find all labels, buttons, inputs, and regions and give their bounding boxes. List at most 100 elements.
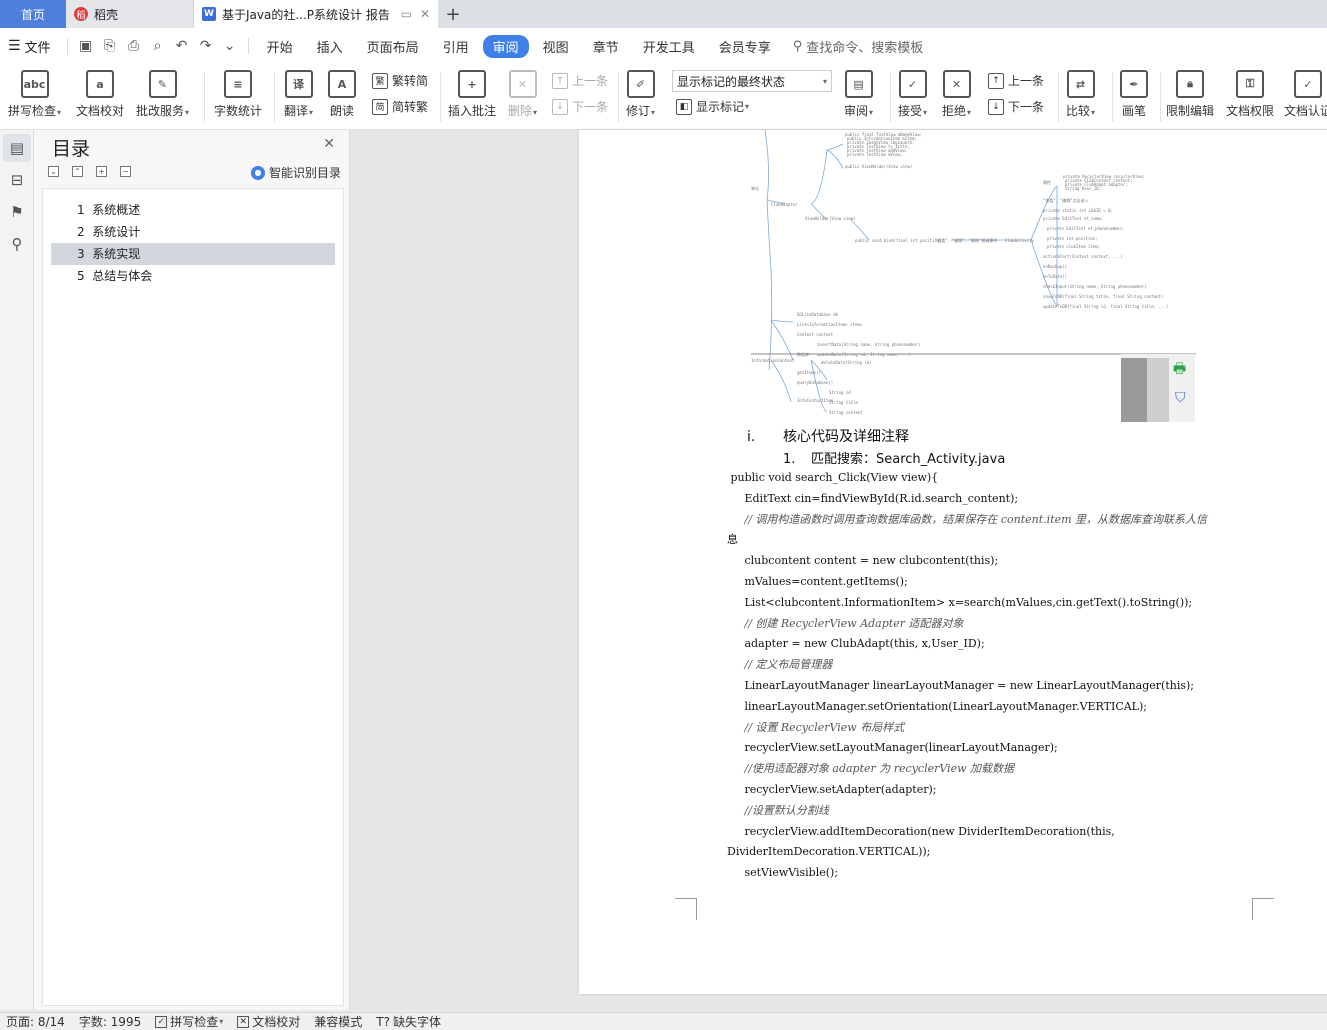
file-menu[interactable]: ☰ 文件 bbox=[8, 37, 51, 56]
expand-up-icon[interactable]: ⌃ bbox=[72, 166, 83, 177]
accept-label: 接受 bbox=[898, 104, 923, 118]
save-icon[interactable]: ▣ bbox=[74, 38, 98, 54]
to-simplified-label: 简转繁 bbox=[392, 100, 429, 114]
export-pdf-icon[interactable]: ⎘ bbox=[98, 38, 122, 54]
menu-section[interactable]: 章节 bbox=[581, 35, 631, 58]
toc-title: 目录 bbox=[52, 138, 91, 160]
spell-check-status[interactable]: ✓ 拼写检查 ▾ bbox=[155, 1013, 223, 1030]
doc-proof-status[interactable]: ✕ 文档校对 bbox=[237, 1013, 300, 1030]
doc-cert-button[interactable]: ✓ 文档认证 bbox=[1284, 70, 1327, 119]
pin-icon[interactable]: ▭ bbox=[401, 7, 412, 21]
spell-check-button[interactable]: abc 拼写检查▾ bbox=[8, 70, 61, 119]
menu-view[interactable]: 视图 bbox=[531, 35, 581, 58]
section-nav-icon[interactable]: ⊟ bbox=[3, 166, 31, 194]
delete-comment-button[interactable]: ✕ 删除▾ bbox=[508, 70, 537, 119]
doc-permission-button[interactable]: ⚿ 文档权限 bbox=[1226, 70, 1274, 119]
close-tab-icon[interactable]: ✕ bbox=[420, 7, 430, 21]
svg-text:private EditText et_name;: private EditText et_name; bbox=[1043, 216, 1103, 221]
restrict-edit-button[interactable]: 🔒︎ 限制编辑 bbox=[1166, 70, 1214, 119]
print-preview-icon[interactable]: ⌕ bbox=[146, 38, 170, 54]
word-count-button[interactable]: ≡ 字数统计 bbox=[214, 70, 262, 119]
toc-item[interactable]: 2 系统设计 bbox=[51, 221, 335, 243]
menu-member[interactable]: 会员专享 bbox=[707, 35, 783, 58]
markup-state-select[interactable]: 显示标记的最终状态 ▾ bbox=[672, 70, 832, 92]
prev-change-label: 上一条 bbox=[1008, 74, 1045, 88]
svg-text:SQLiteDatabase db: SQLiteDatabase db bbox=[797, 312, 839, 317]
next-comment-button[interactable]: ↓ 下一条 bbox=[552, 98, 608, 115]
toc-item-selected[interactable]: 3 系统实现 bbox=[51, 243, 335, 265]
print-icon[interactable]: ⎙ bbox=[122, 38, 146, 54]
translate-button[interactable]: 译 翻译▾ bbox=[284, 70, 313, 119]
ribbon-divider bbox=[204, 72, 205, 122]
reject-button[interactable]: ✕ 拒绝▾ bbox=[942, 70, 971, 119]
command-search-placeholder: 查找命令、搜索模板 bbox=[806, 40, 924, 56]
tab-daoke[interactable]: 稻 稻壳 bbox=[66, 0, 194, 28]
to-traditional-label: 繁转简 bbox=[392, 74, 429, 88]
next-change-button[interactable]: ↓ 下一条 bbox=[988, 98, 1044, 115]
svg-text:getItems(): getItems() bbox=[797, 370, 821, 375]
menu-insert[interactable]: 插入 bbox=[305, 35, 355, 58]
prev-comment-label: 上一条 bbox=[572, 74, 609, 88]
track-changes-button[interactable]: ✐ 修订▾ bbox=[626, 70, 655, 119]
word-count-indicator[interactable]: 字数: 1995 bbox=[79, 1013, 141, 1030]
insert-comment-button[interactable]: + 插入批注 bbox=[448, 70, 496, 119]
toc-item[interactable]: 5 总结与体会 bbox=[51, 265, 335, 287]
to-traditional-button[interactable]: 繁 繁转简 bbox=[372, 72, 428, 89]
document-page[interactable]: public final TextView mNameView; public … bbox=[579, 130, 1327, 994]
writer-doc-icon: W bbox=[202, 7, 216, 21]
find-icon[interactable]: ⚲ bbox=[3, 230, 31, 258]
menu-dev-tools[interactable]: 开发工具 bbox=[631, 35, 707, 58]
command-search[interactable]: ⚲ 查找命令、搜索模板 bbox=[793, 37, 924, 56]
smart-toc-button[interactable]: ● 智能识别目录 bbox=[250, 164, 341, 181]
undo-icon[interactable]: ↶ bbox=[170, 38, 194, 54]
next-change-label: 下一条 bbox=[1008, 100, 1045, 114]
tab-document[interactable]: W 基于Java的社...P系统设计 报告 ▭ ✕ bbox=[194, 0, 438, 28]
doc-proof-button[interactable]: a 文档校对 bbox=[76, 70, 124, 119]
to-simplified-button[interactable]: 简 简转繁 bbox=[372, 98, 428, 115]
print-icon: 🖶︎ bbox=[1173, 361, 1187, 377]
document-workspace[interactable]: public final TextView mNameView; public … bbox=[350, 130, 1327, 1010]
prev-comment-button[interactable]: ↑ 上一条 bbox=[552, 72, 608, 89]
divider bbox=[247, 38, 249, 54]
bookmark-icon[interactable]: ⚑ bbox=[3, 198, 31, 226]
add-level-icon[interactable]: + bbox=[96, 166, 107, 177]
proof-icon: ✕ bbox=[237, 1015, 250, 1028]
toc-item[interactable]: 1 系统概述 bbox=[51, 199, 335, 221]
svg-text:updateToDB(final String id, fi: updateToDB(final String id, final String… bbox=[1043, 304, 1168, 309]
toc-pane-icon[interactable]: ▤ bbox=[3, 134, 31, 162]
simplified-icon: 简 bbox=[372, 98, 388, 115]
nav-icon-strip: ▤ ⊟ ⚑ ⚲ bbox=[0, 130, 34, 1010]
tab-home[interactable]: 首页 bbox=[0, 0, 66, 28]
missing-font-icon: T? bbox=[376, 1014, 390, 1029]
batch-service-button[interactable]: ✎ 批改服务▾ bbox=[136, 70, 189, 119]
menu-review[interactable]: 审阅 bbox=[482, 34, 529, 58]
page-indicator[interactable]: 页面: 8/14 bbox=[6, 1013, 65, 1030]
new-tab-button[interactable]: + bbox=[438, 0, 468, 28]
code-line: public void search_Click(View view){ bbox=[727, 471, 939, 484]
compare-button[interactable]: ⇄ 比较▾ bbox=[1066, 70, 1095, 119]
review-pane-button[interactable]: ▤ 审阅▾ bbox=[844, 70, 873, 119]
next-change-icon: ↓ bbox=[988, 98, 1004, 115]
ink-button[interactable]: ✒ 画笔 bbox=[1120, 70, 1148, 119]
accept-button[interactable]: ✓ 接受▾ bbox=[898, 70, 927, 119]
ribbon-divider bbox=[274, 72, 275, 122]
toc-list: 1 系统概述 2 系统设计 3 系统实现 5 总结与体会 bbox=[42, 188, 344, 1006]
doc-permission-icon: ⚿ bbox=[1236, 70, 1264, 98]
customize-dropdown-icon[interactable]: ⌄ bbox=[218, 38, 242, 54]
code-line: // 创建 RecyclerView Adapter 适配器对象 bbox=[727, 616, 964, 630]
collapse-all-icon[interactable]: ⌄ bbox=[48, 166, 59, 177]
menu-start[interactable]: 开始 bbox=[255, 35, 305, 58]
prev-change-button[interactable]: ↑ 上一条 bbox=[988, 72, 1044, 89]
show-markup-button[interactable]: ◧ 显示标记 ▾ bbox=[676, 98, 749, 115]
missing-font-status[interactable]: T? 缺失字体 bbox=[376, 1013, 441, 1030]
svg-text:"查看"、"编辑"、"删除"按键事件: "查看"、"编辑"、"删除"按键事件 bbox=[935, 237, 997, 243]
redo-icon[interactable]: ↷ bbox=[194, 38, 218, 54]
menu-page-layout[interactable]: 页面布局 bbox=[355, 35, 431, 58]
menu-references[interactable]: 引用 bbox=[431, 35, 481, 58]
svg-text:ViewHolder(View view): ViewHolder(View view) bbox=[805, 216, 856, 221]
review-pane-label: 审阅 bbox=[844, 104, 869, 118]
close-icon[interactable]: ✕ bbox=[323, 136, 335, 152]
remove-level-icon[interactable]: − bbox=[120, 166, 131, 177]
read-aloud-button[interactable]: A 朗读 bbox=[328, 70, 356, 119]
chevron-down-icon: ▾ bbox=[822, 76, 827, 86]
